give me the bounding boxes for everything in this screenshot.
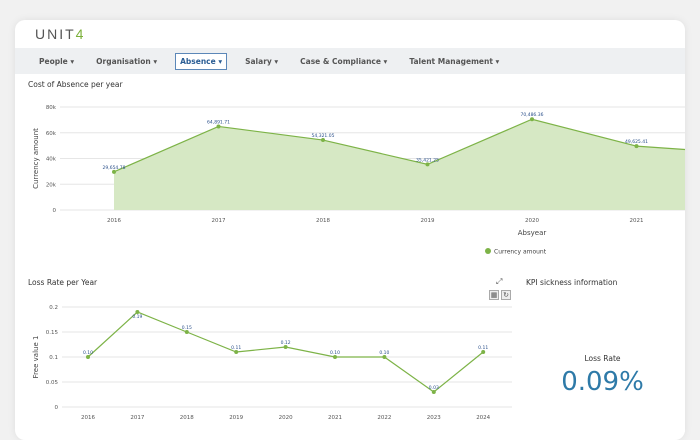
data-label: 35,421.25 (416, 157, 439, 163)
kpi-label: Loss Rate (584, 354, 621, 363)
x-tick-label: 2018 (180, 415, 194, 421)
y-tick-label: 0 (55, 405, 59, 411)
y-tick-label: 0.1 (49, 355, 58, 361)
x-tick-label: 2019 (229, 415, 243, 421)
unit4-logo: UNIT4 (35, 26, 86, 42)
x-tick-label: 2020 (525, 218, 539, 224)
nav-organisation[interactable]: Organisation ▾ (92, 54, 161, 69)
y-tick-label: 20k (46, 182, 57, 188)
data-label: 70,486.36 (521, 112, 544, 118)
x-axis-title: Absyear (518, 229, 547, 237)
data-point (135, 310, 140, 314)
loss-rate-chart: 0 0.05 0.1 0.15 0.2 0.10 2016 0.19 2017 0.15 2018 0… (32, 305, 512, 421)
data-label: 0.11 (478, 345, 488, 351)
y-tick-label: 80k (46, 105, 57, 111)
data-label: 0.03 (429, 385, 439, 391)
panel-title: KPI sickness information (526, 278, 618, 287)
data-label: 0.19 (132, 314, 142, 320)
data-label: 0.11 (231, 345, 241, 351)
cost-of-absence-panel: Cost of Absence per year 0 20k 40k 60k 80k 29… (22, 74, 685, 266)
x-tick-label: 2024 (476, 415, 490, 421)
legend-label: Currency amount (494, 249, 547, 256)
x-tick-label: 2023 (427, 415, 441, 421)
loss-rate-panel: Loss Rate per Year ⤢ ▦ ↻ 0 0.05 0.1 0.15 0.2… (22, 272, 515, 432)
x-tick-label: 2022 (377, 415, 391, 421)
series-line (87, 311, 484, 393)
y-tick-label: 60k (46, 131, 57, 137)
x-tick-label: 2019 (421, 218, 435, 224)
nav-talent-management[interactable]: Talent Management ▾ (405, 54, 503, 69)
x-tick-label: 2017 (212, 218, 226, 224)
x-tick-label: 2021 (630, 218, 644, 224)
x-tick-label: 2016 (107, 218, 121, 224)
legend-marker (485, 248, 491, 254)
x-tick-label: 2018 (316, 218, 330, 224)
y-tick-label: 0.2 (49, 305, 58, 311)
main-nav: People ▾ Organisation ▾ Absence ▾ Salary… (15, 48, 685, 74)
x-tick-label: 2017 (130, 415, 144, 421)
y-tick-label: 0.05 (46, 380, 59, 386)
data-label: 0.10 (379, 350, 389, 356)
y-axis-title: Currency amount (32, 128, 40, 189)
data-label: 0.10 (83, 350, 93, 356)
nav-salary[interactable]: Salary ▾ (241, 54, 282, 69)
y-tick-label: 40k (46, 157, 57, 163)
kpi-value: 0.09% (561, 367, 644, 397)
y-tick-label: 0 (53, 208, 57, 214)
data-label: 29,654.78 (103, 165, 126, 171)
data-label: 0.15 (182, 325, 192, 331)
nav-case-compliance[interactable]: Case & Compliance ▾ (296, 54, 391, 69)
y-tick-label: 0.15 (46, 330, 59, 336)
kpi-panel: KPI sickness information Loss Rate 0.09% (520, 272, 685, 432)
data-label: 54,321.05 (312, 133, 335, 139)
nav-absence[interactable]: Absence ▾ (175, 52, 228, 70)
x-tick-label: 2021 (328, 415, 342, 421)
nav-people[interactable]: People ▾ (35, 54, 78, 69)
y-axis-title: Free value 1 (32, 336, 40, 379)
data-label: 0.12 (281, 340, 291, 346)
cost-chart: 0 20k 40k 60k 80k 29,654.78 2016 64,891.71 2017 5… (32, 105, 685, 256)
data-label: 49,625.41 (625, 139, 648, 145)
data-label: 64,891.71 (207, 119, 230, 125)
data-label: 0.10 (330, 350, 340, 356)
x-tick-label: 2020 (279, 415, 293, 421)
x-tick-label: 2016 (81, 415, 95, 421)
